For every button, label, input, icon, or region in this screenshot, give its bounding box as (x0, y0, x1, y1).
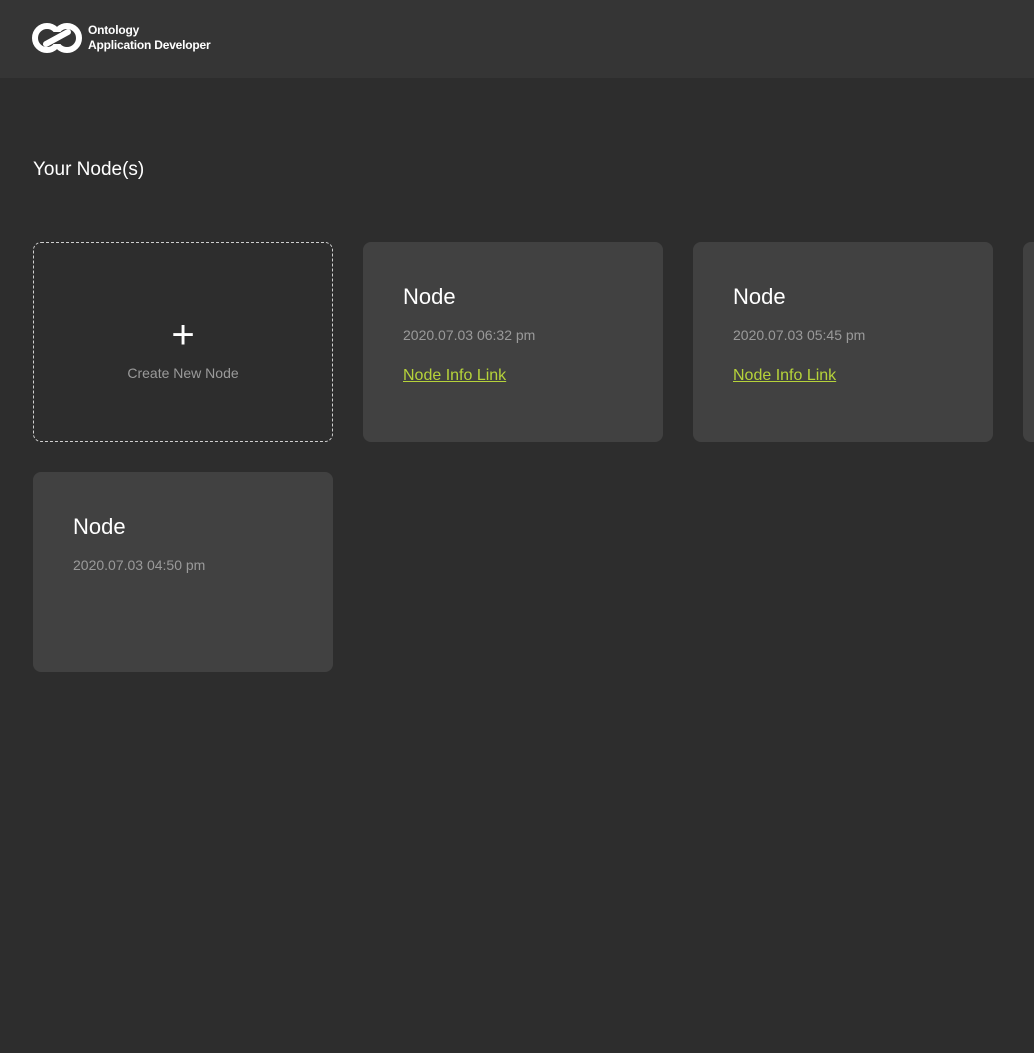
app-header: Ontology Application Developer (0, 0, 1034, 78)
node-title: Node (73, 514, 126, 539)
node-info-link[interactable]: Node Info Link (733, 366, 836, 386)
ontology-logo-icon (32, 23, 82, 53)
node-card-partial[interactable] (1023, 242, 1034, 442)
node-date: 2020.07.03 04:50 pm (73, 557, 206, 573)
create-node-label: Create New Node (127, 365, 239, 381)
node-card[interactable]: Node 2020.07.03 06:32 pm Node Info Link (363, 242, 663, 442)
node-date: 2020.07.03 05:45 pm (733, 327, 866, 343)
node-title: Node (403, 284, 456, 309)
node-card[interactable]: Node 2020.07.03 04:50 pm (33, 472, 333, 672)
create-node-card[interactable]: + Create New Node (33, 242, 333, 442)
brand-line-1: Ontology (88, 23, 140, 37)
node-card[interactable]: Node 2020.07.03 05:45 pm Node Info Link (693, 242, 993, 442)
node-date: 2020.07.03 06:32 pm (403, 327, 536, 343)
plus-icon: + (171, 313, 195, 357)
brand-name: Ontology Application Developer (88, 23, 211, 53)
page-title: Your Node(s) (33, 159, 145, 180)
brand-line-2: Application Developer (88, 38, 211, 52)
node-info-link[interactable]: Node Info Link (403, 366, 506, 386)
brand-logo[interactable]: Ontology Application Developer (32, 22, 211, 54)
node-title: Node (733, 284, 786, 309)
